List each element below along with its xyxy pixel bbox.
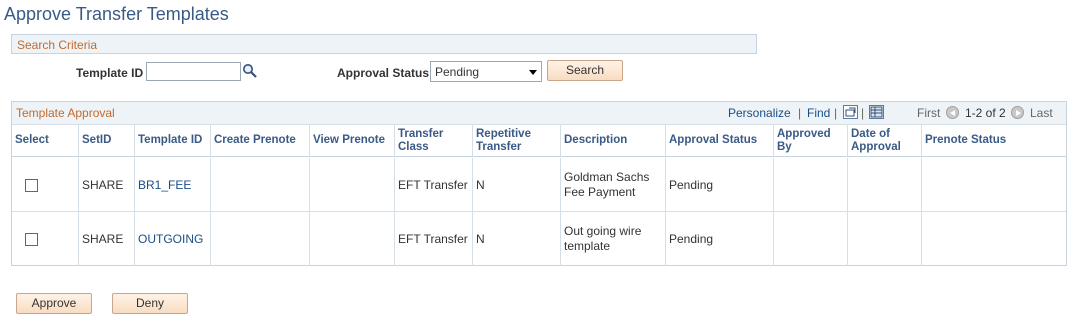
repetitive-transfer-cell: N: [473, 212, 561, 266]
separator: |: [834, 106, 838, 120]
select-checkbox[interactable]: [25, 178, 38, 192]
next-icon[interactable]: [1011, 106, 1024, 119]
approval-status-selected: Pending: [435, 65, 480, 79]
approved-by-cell: [774, 158, 848, 212]
repetitive-transfer-cell: N: [473, 158, 561, 212]
search-button[interactable]: Search: [547, 60, 623, 81]
chevron-down-icon: [529, 70, 537, 75]
select-cell: [12, 158, 79, 212]
separator: |: [798, 106, 802, 120]
download-grid-icon[interactable]: [869, 105, 884, 119]
setid-cell: SHARE: [79, 212, 135, 266]
approve-button[interactable]: Approve: [16, 293, 92, 314]
prenote-status-cell: [922, 212, 1066, 266]
approval-status-select[interactable]: Pending: [430, 61, 542, 82]
approval-status-label: Approval Status: [337, 66, 430, 80]
template-approval-title: Template Approval: [16, 106, 115, 120]
template-id-label: Template ID: [76, 66, 144, 80]
select-cell: [12, 212, 79, 266]
transfer-class-cell: EFT Transfer: [395, 212, 473, 266]
col-header-prenote-status: Prenote Status: [922, 125, 1066, 157]
find-link[interactable]: Find: [807, 106, 830, 120]
date-of-approval-cell: [848, 158, 922, 212]
col-header-approved-by: Approved By: [774, 125, 848, 157]
view-prenote-cell: [310, 212, 395, 266]
page-title: Approve Transfer Templates: [4, 4, 229, 24]
view-all-icon[interactable]: [843, 105, 858, 119]
template-id-link[interactable]: OUTGOING: [135, 212, 211, 266]
row-range: 1-2 of 2: [965, 106, 1006, 120]
view-prenote-cell: [310, 158, 395, 212]
col-header-approval-status: Approval Status: [666, 125, 774, 157]
prenote-status-cell: [922, 158, 1066, 212]
personalize-link[interactable]: Personalize: [728, 106, 791, 120]
search-criteria-title: Search Criteria: [17, 38, 98, 52]
col-header-setid: SetID: [79, 125, 135, 157]
approval-status-cell: Pending: [666, 212, 774, 266]
approval-status-cell: Pending: [666, 158, 774, 212]
select-checkbox[interactable]: [25, 232, 38, 246]
setid-cell: SHARE: [79, 158, 135, 212]
description-cell: Out going wire template: [561, 212, 666, 266]
col-header-view-prenote: View Prenote: [310, 125, 395, 157]
col-header-create-prenote: Create Prenote: [211, 125, 310, 157]
last-label: Last: [1030, 106, 1053, 120]
lookup-icon[interactable]: [242, 63, 258, 79]
col-header-select: Select: [12, 125, 79, 157]
approved-by-cell: [774, 212, 848, 266]
first-label: First: [917, 106, 941, 120]
template-id-input[interactable]: [146, 62, 241, 81]
previous-icon[interactable]: [946, 106, 959, 119]
date-of-approval-cell: [848, 212, 922, 266]
col-header-repetitive-transfer: Repetitive Transfer: [473, 125, 561, 157]
col-header-description: Description: [561, 125, 666, 157]
transfer-class-cell: EFT Transfer: [395, 158, 473, 212]
col-header-date-of-approval: Date of Approval: [848, 125, 922, 157]
col-header-transfer-class: Transfer Class: [395, 125, 473, 157]
template-approval-grid: Template Approval Personalize | Find | |…: [11, 101, 1067, 266]
create-prenote-cell: [211, 158, 310, 212]
col-header-template-id: Template ID: [135, 125, 211, 157]
grid-header-bar: Template Approval Personalize | Find | |…: [12, 102, 1066, 125]
search-criteria-section: Search Criteria: [11, 34, 757, 54]
create-prenote-cell: [211, 212, 310, 266]
separator: |: [861, 106, 865, 120]
deny-button[interactable]: Deny: [112, 293, 188, 314]
description-cell: Goldman Sachs Fee Payment: [561, 158, 666, 212]
template-id-link[interactable]: BR1_FEE: [135, 158, 211, 212]
